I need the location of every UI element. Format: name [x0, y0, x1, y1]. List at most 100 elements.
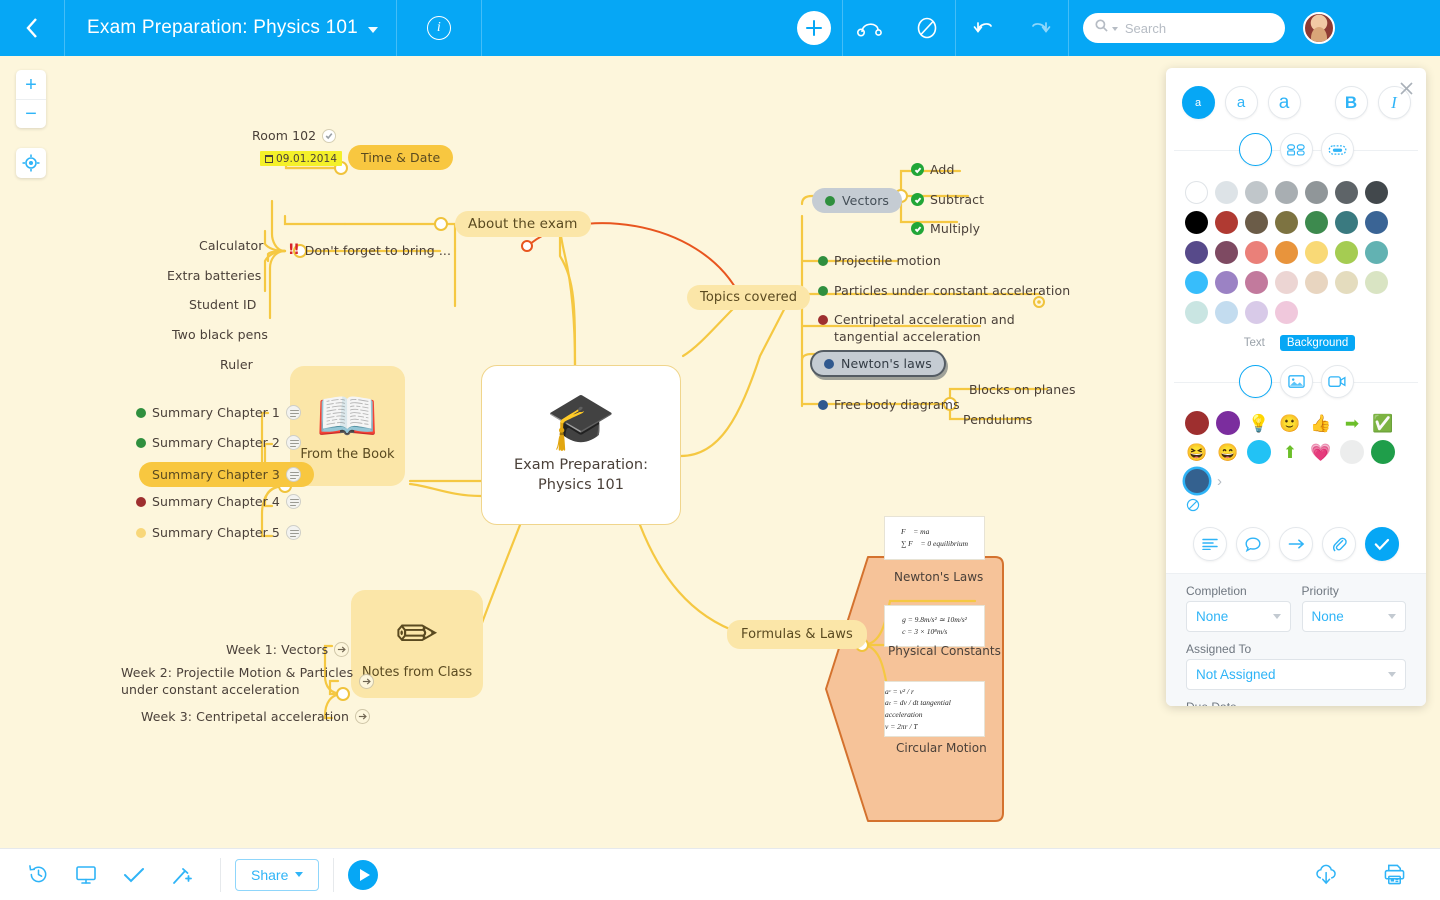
node-week[interactable]: Week 3: Centripetal acceleration: [141, 709, 371, 724]
color-swatch[interactable]: [1185, 181, 1208, 204]
font-size-small-button[interactable]: a: [1181, 86, 1215, 119]
note-icon[interactable]: [285, 467, 301, 482]
color-swatch[interactable]: [1335, 181, 1358, 204]
node-bring-item[interactable]: Extra batteries: [167, 268, 261, 283]
node-about-the-exam[interactable]: About the exam: [455, 211, 591, 237]
node-room[interactable]: Room 102: [252, 128, 337, 143]
node-room-date[interactable]: 09.01.2014: [260, 151, 343, 166]
search-filter-caret-icon[interactable]: [1111, 27, 1118, 31]
node-week[interactable]: Week 1: Vectors: [226, 642, 350, 657]
share-button[interactable]: Share: [235, 858, 320, 891]
node-chapter[interactable]: Summary Chapter 5: [136, 525, 301, 540]
tasks-button[interactable]: [110, 849, 158, 900]
color-swatch[interactable]: [1335, 211, 1358, 234]
color-swatch[interactable]: [1245, 181, 1268, 204]
link-arrow-icon[interactable]: [359, 674, 375, 690]
text-toggle[interactable]: Text: [1237, 335, 1272, 351]
color-swatch[interactable]: [1365, 241, 1388, 264]
color-swatch[interactable]: [1305, 271, 1328, 294]
emoji-tab[interactable]: [1238, 365, 1272, 398]
emoji-green-arrow[interactable]: ➡: [1340, 411, 1364, 435]
color-swatch[interactable]: [1245, 241, 1268, 264]
note-icon[interactable]: [285, 494, 301, 509]
center-map-button[interactable]: [16, 148, 46, 178]
add-boundary-button[interactable]: [899, 0, 955, 56]
color-swatch[interactable]: [1305, 241, 1328, 264]
no-icon-button[interactable]: [1186, 498, 1426, 517]
formula-image-circular-motion[interactable]: aᶜ = v² / r aₜ = dv / dt tangential acce…: [884, 681, 985, 737]
node-free-body-child[interactable]: Pendulums: [963, 412, 1033, 427]
node-formulas-and-laws[interactable]: Formulas & Laws: [727, 620, 867, 649]
color-swatch[interactable]: [1365, 211, 1388, 234]
comment-tab[interactable]: [1236, 527, 1270, 561]
present-play-button[interactable]: [348, 859, 379, 890]
color-swatch[interactable]: [1185, 211, 1208, 234]
add-node-button[interactable]: [786, 0, 842, 56]
node-free-body-child[interactable]: Blocks on planes: [969, 382, 1076, 397]
note-icon[interactable]: [285, 525, 301, 540]
emoji-laughing-face[interactable]: 😆: [1185, 440, 1209, 464]
link-tab[interactable]: [1279, 527, 1313, 561]
task-check-icon[interactable]: [322, 128, 337, 143]
video-tab[interactable]: [1320, 365, 1354, 398]
avatar[interactable]: [1302, 12, 1335, 44]
undo-button[interactable]: [956, 0, 1012, 56]
node-bring-item[interactable]: Calculator: [199, 238, 263, 253]
color-swatch[interactable]: [1215, 241, 1238, 264]
formula-image-physical-constants[interactable]: g = 9.8m/s² ≃ 10m/s² c = 3 × 10⁸m/s: [884, 605, 985, 647]
zoom-in-button[interactable]: +: [16, 70, 46, 99]
priority-select[interactable]: None: [1301, 601, 1406, 632]
emoji-pink-heart[interactable]: 💗: [1309, 440, 1333, 464]
node-chapter-highlighted[interactable]: Summary Chapter 3: [139, 462, 314, 487]
task-tab[interactable]: [1365, 527, 1399, 561]
node-vector-op[interactable]: Add: [911, 162, 955, 177]
search-input[interactable]: [1124, 20, 1275, 36]
emoji-green-up-arrow[interactable]: ⬆: [1278, 440, 1302, 464]
node-topic[interactable]: Particles under constant acceleration: [818, 283, 1070, 298]
note-icon[interactable]: [285, 405, 301, 420]
node-bring-item[interactable]: Two black pens: [172, 327, 268, 342]
node-topic[interactable]: Centripetal acceleration and tangential …: [818, 312, 1015, 346]
node-vectors[interactable]: Vectors: [812, 188, 903, 213]
node-free-body-diagrams[interactable]: Free body diagrams: [818, 397, 960, 412]
color-swatch[interactable]: [1275, 271, 1298, 294]
color-swatch[interactable]: [1215, 271, 1238, 294]
background-toggle[interactable]: Background: [1279, 335, 1356, 351]
color-swatch[interactable]: [1275, 211, 1298, 234]
emoji-smiley-face[interactable]: 🙂: [1278, 411, 1302, 435]
node-border-tab[interactable]: [1320, 133, 1354, 166]
export-button[interactable]: [1302, 849, 1350, 900]
zoom-out-button[interactable]: −: [16, 99, 46, 128]
redo-button[interactable]: [1012, 0, 1068, 56]
color-swatch[interactable]: [1275, 301, 1298, 324]
node-chapter[interactable]: Summary Chapter 1: [136, 405, 301, 420]
color-swatch[interactable]: [1185, 271, 1208, 294]
color-swatch[interactable]: [1215, 301, 1238, 324]
search-box[interactable]: [1082, 13, 1285, 43]
emoji-cyan-circle[interactable]: [1247, 440, 1271, 464]
document-title-menu[interactable]: Exam Preparation: Physics 101: [65, 0, 396, 56]
node-week[interactable]: Week 2: Projectile Motion & Particles un…: [121, 665, 375, 699]
node-dont-forget[interactable]: !! Don't forget to bring ...: [288, 242, 451, 258]
emoji-grinning-face[interactable]: 😄: [1216, 440, 1240, 464]
color-swatch[interactable]: [1185, 301, 1208, 324]
node-newtons-laws[interactable]: Newton's laws: [810, 350, 946, 377]
attachment-tab[interactable]: [1322, 527, 1356, 561]
emoji-dark-red-circle[interactable]: [1185, 411, 1209, 435]
color-swatch[interactable]: [1365, 181, 1388, 204]
node-chapter[interactable]: Summary Chapter 2: [136, 435, 301, 450]
emoji-thumbs-up[interactable]: 👍: [1309, 411, 1333, 435]
auto-style-button[interactable]: [158, 849, 206, 900]
node-bring-item[interactable]: Student ID: [189, 297, 257, 312]
color-swatch[interactable]: [1335, 271, 1358, 294]
color-swatch[interactable]: [1245, 271, 1268, 294]
font-size-medium-button[interactable]: a: [1224, 86, 1258, 119]
history-button[interactable]: [14, 849, 62, 900]
presentation-button[interactable]: [62, 849, 110, 900]
fill-color-tab[interactable]: [1238, 133, 1272, 166]
color-swatch[interactable]: [1335, 241, 1358, 264]
color-swatch[interactable]: [1275, 241, 1298, 264]
node-bring-item[interactable]: Ruler: [220, 357, 253, 372]
print-button[interactable]: [1370, 849, 1418, 900]
color-swatch[interactable]: [1365, 271, 1388, 294]
